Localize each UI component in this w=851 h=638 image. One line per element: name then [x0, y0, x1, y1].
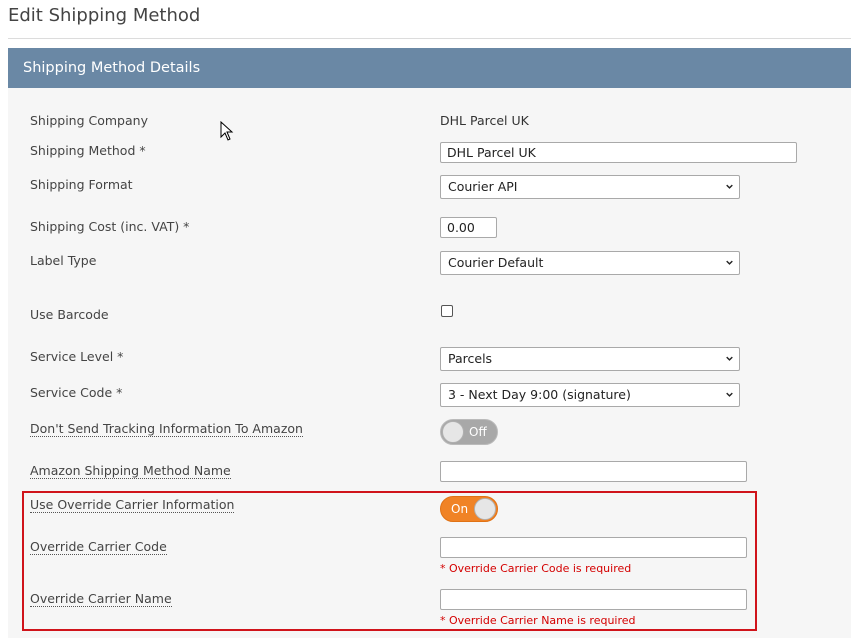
dont-send-tracking-toggle[interactable]: Off [440, 419, 498, 445]
shipping-method-input[interactable]: DHL Parcel UK [440, 142, 797, 163]
panel-header: Shipping Method Details [8, 48, 851, 88]
shipping-company-label: Shipping Company [30, 113, 148, 128]
label-type-label: Label Type [30, 253, 97, 268]
shipping-company-value: DHL Parcel UK [440, 113, 529, 128]
title-divider [8, 38, 851, 39]
service-code-select[interactable]: 3 - Next Day 9:00 (signature) [440, 383, 740, 407]
service-level-selected: Parcels [448, 351, 493, 366]
service-code-label: Service Code * [30, 385, 123, 400]
amazon-shipping-method-name-input[interactable] [440, 461, 747, 482]
chevron-down-icon [726, 356, 733, 361]
shipping-method-details-panel: Shipping Method Details Shipping Company… [8, 48, 851, 638]
chevron-down-icon [726, 392, 733, 397]
toggle-state-label: Off [469, 425, 487, 439]
page-title: Edit Shipping Method [8, 5, 201, 26]
chevron-down-icon [726, 184, 733, 189]
mouse-pointer-icon [220, 121, 234, 141]
shipping-format-selected: Courier API [448, 179, 518, 194]
dont-send-tracking-label[interactable]: Don't Send Tracking Information To Amazo… [30, 421, 303, 437]
chevron-down-icon [726, 260, 733, 265]
override-carrier-highlight-box [22, 491, 757, 631]
service-level-select[interactable]: Parcels [440, 347, 740, 371]
shipping-format-select[interactable]: Courier API [440, 175, 740, 199]
label-type-selected: Courier Default [448, 255, 544, 270]
shipping-method-label: Shipping Method * [30, 143, 146, 158]
amazon-shipping-method-name-label[interactable]: Amazon Shipping Method Name [30, 463, 231, 479]
service-level-label: Service Level * [30, 349, 124, 364]
use-barcode-checkbox[interactable] [441, 305, 453, 317]
use-barcode-label: Use Barcode [30, 307, 109, 322]
shipping-cost-label: Shipping Cost (inc. VAT) * [30, 219, 190, 234]
toggle-knob [442, 421, 464, 443]
service-code-selected: 3 - Next Day 9:00 (signature) [448, 387, 631, 402]
shipping-cost-input[interactable]: 0.00 [440, 217, 497, 238]
label-type-select[interactable]: Courier Default [440, 251, 740, 275]
shipping-format-label: Shipping Format [30, 177, 133, 192]
